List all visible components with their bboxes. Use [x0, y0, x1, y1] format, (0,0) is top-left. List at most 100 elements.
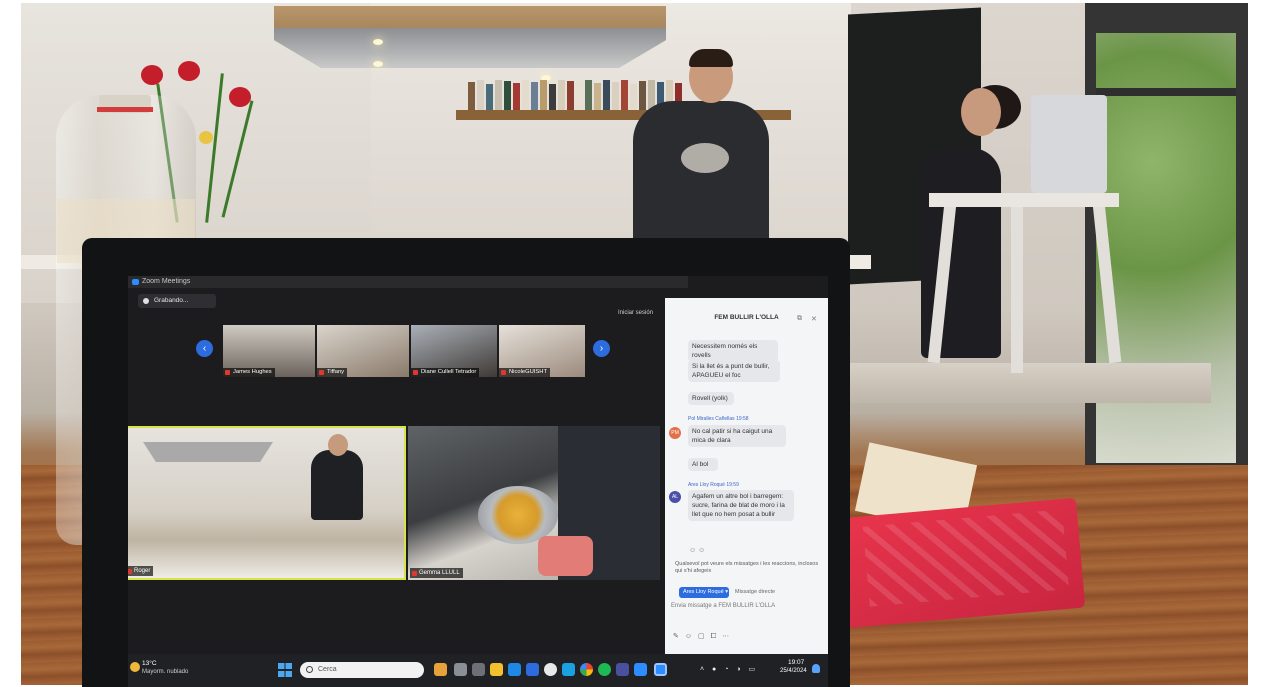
widget-icon[interactable]	[434, 663, 447, 676]
explorer-icon[interactable]	[472, 663, 485, 676]
chef-in-video	[311, 450, 363, 520]
mic-muted-icon	[225, 370, 230, 375]
zoom-meeting-icon[interactable]	[654, 663, 667, 676]
clock-time[interactable]: 19:07	[788, 659, 804, 666]
avatar: AL	[669, 491, 681, 503]
weather-temperature[interactable]: 13°C	[142, 660, 157, 667]
zoom-icon[interactable]	[634, 663, 647, 676]
sign-in-link[interactable]: Iniciar sesión	[618, 310, 653, 316]
participant-tile[interactable]: NicoleGUISHT	[499, 325, 585, 377]
participant-video[interactable]: Gemma LLULL	[408, 426, 660, 580]
mic-muted-icon	[413, 370, 418, 375]
background-laptop	[1031, 95, 1107, 193]
camera-person-head	[961, 88, 1001, 136]
avatar: PM	[669, 427, 681, 439]
outlook-icon[interactable]	[562, 663, 575, 676]
video-name-label: Roger	[128, 566, 154, 576]
hood-light	[373, 61, 383, 67]
rose-flower	[229, 87, 251, 107]
chat-message: Si la llet és a punt de bullir, APAGUEU …	[688, 360, 780, 382]
chef-head-in-video	[328, 434, 348, 456]
participant-name-label: Tiffany	[317, 368, 348, 377]
side-counter	[841, 363, 1211, 403]
emoji-reaction-icon[interactable]: ☺ ☺	[689, 547, 705, 554]
zoom-logo-icon	[132, 279, 139, 285]
pop-out-icon[interactable]: ⧉	[797, 315, 802, 323]
teams-icon[interactable]	[616, 663, 629, 676]
chef-person	[633, 101, 769, 261]
message-sender: Ares Lloy Roqué 19:59	[688, 482, 739, 488]
shirt-logo	[681, 143, 729, 173]
chat-title: FEM BULLIR L'OLLA	[714, 314, 779, 321]
system-tray-icons[interactable]: ˄ ● ◔ ◑ ▭	[700, 665, 758, 673]
windows-taskbar: 13°C Mayorm. nublado Cerca ˄ ● ◔ ◑ ▭ 19:…	[128, 654, 828, 687]
weather-icon[interactable]	[130, 662, 140, 672]
hood-in-video	[143, 442, 273, 462]
chat-message: Al bol	[688, 458, 718, 471]
mic-muted-icon	[319, 370, 324, 375]
file-icon[interactable]: ▢	[698, 633, 711, 640]
direct-message-label: Missatge directe	[735, 589, 776, 595]
format-icon[interactable]: ✎	[673, 633, 685, 640]
clock-date[interactable]: 25/4/2024	[780, 668, 807, 674]
recording-indicator[interactable]: Grabando...	[138, 294, 216, 308]
edge-icon[interactable]	[508, 663, 521, 676]
participant-tile[interactable]: Diane Cullell Tetrador	[411, 325, 497, 377]
prev-page-button[interactable]: ‹	[196, 340, 213, 357]
spotify-icon[interactable]	[598, 663, 611, 676]
taskbar-search[interactable]: Cerca	[300, 662, 424, 678]
mic-muted-icon	[128, 568, 132, 574]
record-icon	[143, 298, 149, 304]
chrome-icon[interactable]	[580, 663, 593, 676]
recipient-label: Ares Lloy Roqué	[683, 589, 724, 595]
notification-icon[interactable]	[812, 664, 820, 673]
search-icon	[306, 666, 313, 673]
yellow-flower	[199, 131, 213, 144]
chat-message: Necessitem només els rovells	[688, 340, 778, 362]
windows-start-icon[interactable]	[278, 663, 292, 677]
weather-description[interactable]: Mayorm. nublado	[142, 669, 188, 675]
recipient-selector[interactable]: Ares Lloy Roqué ▾	[679, 587, 729, 598]
close-icon[interactable]: ✕	[811, 315, 817, 323]
participant-name-label: Diane Cullell Tetrador	[411, 368, 480, 377]
participant-tile[interactable]: James Hughes	[223, 325, 315, 377]
chat-message: Agafem un altre bol i barregem: sucre, f…	[688, 490, 794, 521]
pink-towel	[538, 536, 593, 576]
laptop-screen: Zoom Meetings Grabando... Iniciar sesión…	[128, 276, 828, 687]
chat-panel: FEM BULLIR L'OLLA ⧉ ✕ Necessitem només e…	[665, 298, 828, 687]
chat-message: No cal patir si ha caigut una mica de cl…	[688, 425, 786, 447]
app-icon[interactable]	[544, 663, 557, 676]
emoji-icon[interactable]: ☺	[685, 633, 698, 640]
hood-light	[373, 39, 383, 45]
search-placeholder: Cerca	[318, 666, 337, 673]
message-sender: Pol Miralles Cañellas 19:58	[688, 416, 749, 422]
screenshot-icon[interactable]: ⧠	[711, 633, 723, 640]
zoom-titlebar: Zoom Meetings	[128, 276, 688, 288]
chat-toolbar: ✎☺▢⧠⋯	[673, 632, 823, 641]
range-hood	[274, 6, 666, 68]
rose-flower	[178, 61, 200, 81]
chat-input[interactable]: Envia missatge a FEM BULLIR L'OLLA	[671, 603, 821, 629]
chevron-down-icon: ▾	[725, 589, 728, 595]
rose-flower	[141, 65, 163, 85]
more-icon[interactable]: ⋯	[722, 633, 735, 640]
chevron-right-icon: ›	[599, 343, 604, 354]
folder-icon[interactable]	[490, 663, 503, 676]
window-bar	[1096, 88, 1236, 96]
active-speaker-video[interactable]: Roger	[128, 426, 406, 580]
zoom-window-title: Zoom Meetings	[142, 278, 191, 285]
chat-message: Rovell (yolk)	[688, 392, 734, 405]
mic-muted-icon	[501, 370, 506, 375]
recording-label: Grabando...	[154, 297, 189, 304]
stool-leg	[1011, 203, 1023, 373]
participant-name-label: James Hughes	[223, 368, 275, 377]
next-page-button[interactable]: ›	[593, 340, 610, 357]
video-name-label: Gemma LLULL	[410, 568, 463, 578]
participant-name-label: NicoleGUISHT	[499, 368, 551, 377]
visibility-notice: Qualsevol pot veure els missatges i les …	[675, 561, 819, 574]
task-view-icon[interactable]	[454, 663, 467, 676]
chevron-left-icon: ‹	[202, 343, 207, 354]
store-icon[interactable]	[526, 663, 539, 676]
participant-tile[interactable]: Tiffany	[317, 325, 409, 377]
chef-hair	[689, 49, 733, 67]
